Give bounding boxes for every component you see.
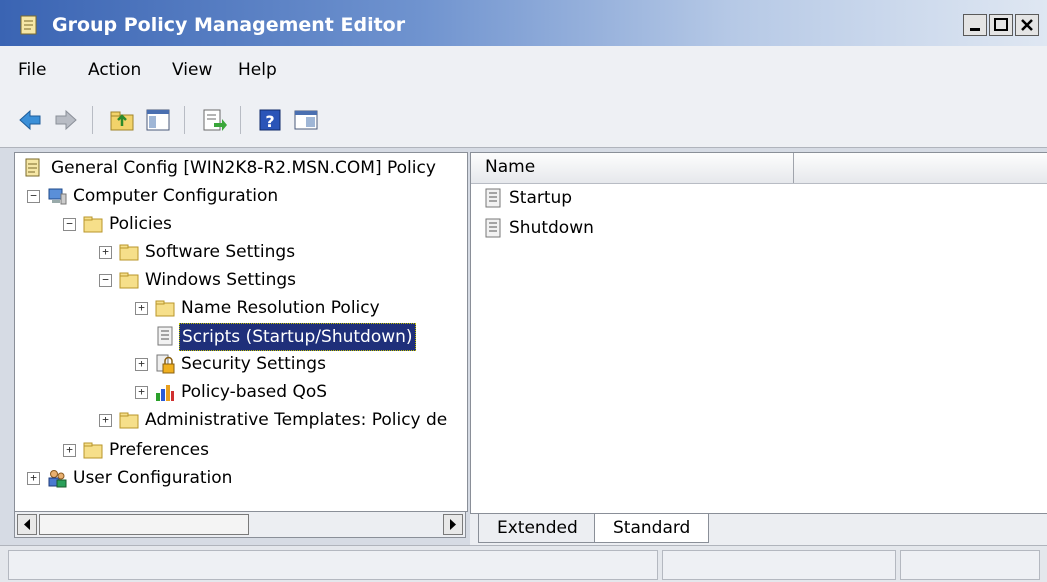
status-cell-main [8,550,658,580]
scroll-right-button[interactable] [443,514,463,535]
minimize-icon [970,28,980,31]
menu-help[interactable]: Help [238,60,277,80]
folder-icon [83,216,103,233]
maximize-icon [994,18,1008,31]
status-cell-secondary [662,550,896,580]
users-icon [48,470,67,488]
minimize-button[interactable] [963,14,987,36]
tree-item-computer-configuration[interactable]: − Computer Configuration [15,183,465,209]
tree-item-user-configuration[interactable]: + User Configuration [15,465,465,491]
maximize-button[interactable] [989,14,1013,36]
folder-icon [119,272,139,289]
tree-horizontal-scrollbar[interactable] [14,511,466,538]
script-icon [485,218,501,238]
details-pane[interactable]: Name Startup Shutdown [470,152,1047,514]
tree-item-label: Windows Settings [145,270,297,290]
help-icon[interactable]: ? [256,106,284,134]
toolbar-separator [240,106,241,134]
arrow-right-icon [450,519,456,530]
status-bar [0,545,1047,582]
expand-toggle[interactable]: + [135,358,148,371]
tree-item-scripts[interactable]: Scripts (Startup/Shutdown) [15,323,465,351]
folder-icon [83,442,103,459]
scroll-thumb[interactable] [39,514,249,535]
tree-item-label: Security Settings [181,354,326,374]
menu-file[interactable]: File [18,60,46,80]
menu-view[interactable]: View [172,60,212,80]
export-list-icon[interactable] [200,106,228,134]
tree-item-label: Scripts (Startup/Shutdown) [179,323,416,351]
toolbar: ? [0,92,1047,148]
view-tabs: Extended Standard [470,513,1047,546]
column-header-name[interactable]: Name [485,157,535,177]
security-lock-icon [156,354,175,374]
tree-item-software-settings[interactable]: + Software Settings [15,239,465,265]
script-icon [485,188,501,208]
app-window: Group Policy Management Editor File Acti… [0,0,1047,582]
back-arrow-icon[interactable] [16,106,44,134]
tree-item-policy-based-qos[interactable]: + Policy-based QoS [15,379,465,405]
expand-toggle[interactable]: + [63,444,76,457]
title-bar[interactable]: Group Policy Management Editor [0,0,1047,46]
expand-toggle[interactable]: + [99,246,112,259]
tree-item-security-settings[interactable]: + Security Settings [15,351,465,377]
folder-icon [119,244,139,261]
list-item-label: Startup [509,188,573,208]
tree-item-label: Preferences [109,440,209,460]
collapse-toggle[interactable]: − [99,274,112,287]
tree-item-label: User Configuration [73,468,233,488]
menu-bar: File Action View Help [0,46,1047,93]
close-icon [1021,19,1033,31]
status-cell-tertiary [900,550,1040,580]
expand-toggle[interactable]: + [135,386,148,399]
up-folder-icon[interactable] [108,106,136,134]
policy-document-icon [25,158,40,177]
show-hide-tree-icon[interactable] [144,106,172,134]
collapse-toggle[interactable]: − [63,218,76,231]
arrow-left-icon [24,519,30,530]
toolbar-separator [184,106,185,134]
tree-item-windows-settings[interactable]: − Windows Settings [15,267,465,293]
bar-chart-icon [156,385,174,401]
tab-extended[interactable]: Extended [478,514,597,543]
column-divider[interactable] [793,153,794,183]
tree-item-policies[interactable]: − Policies [15,211,465,237]
expand-toggle[interactable]: + [99,414,112,427]
toolbar-separator [92,106,93,134]
tree-item-label: Computer Configuration [73,186,279,206]
window-title: Group Policy Management Editor [52,14,406,36]
tree-item-name-resolution-policy[interactable]: + Name Resolution Policy [15,295,465,321]
column-header-row: Name [471,153,1047,184]
list-item-label: Shutdown [509,218,594,238]
tab-standard[interactable]: Standard [594,514,710,543]
tree-item-label: Policy-based QoS [181,382,328,402]
svg-text:?: ? [265,112,274,131]
tree-root-label: General Config [WIN2K8-R2.MSN.COM] Polic… [51,158,436,178]
folder-icon [119,412,139,429]
script-icon [157,326,173,346]
tree-item-label: Policies [109,214,172,234]
tree-pane[interactable]: General Config [WIN2K8-R2.MSN.COM] Polic… [14,152,468,512]
computer-icon [48,188,67,205]
forward-arrow-icon[interactable] [52,106,80,134]
close-button[interactable] [1015,14,1039,36]
tree-item-preferences[interactable]: + Preferences [15,437,465,463]
tree-item-administrative-templates[interactable]: + Administrative Templates: Policy de [15,407,465,433]
properties-icon[interactable] [292,106,320,134]
policy-document-icon [20,15,37,35]
scroll-left-button[interactable] [17,514,37,535]
expand-toggle[interactable]: + [135,302,148,315]
menu-action[interactable]: Action [88,60,141,80]
tree-item-label: Software Settings [145,242,296,262]
tree-item-label: Name Resolution Policy [181,298,380,318]
collapse-toggle[interactable]: − [27,190,40,203]
tree-item-label: Administrative Templates: Policy de [145,410,448,430]
expand-toggle[interactable]: + [27,472,40,485]
folder-icon [155,300,175,317]
